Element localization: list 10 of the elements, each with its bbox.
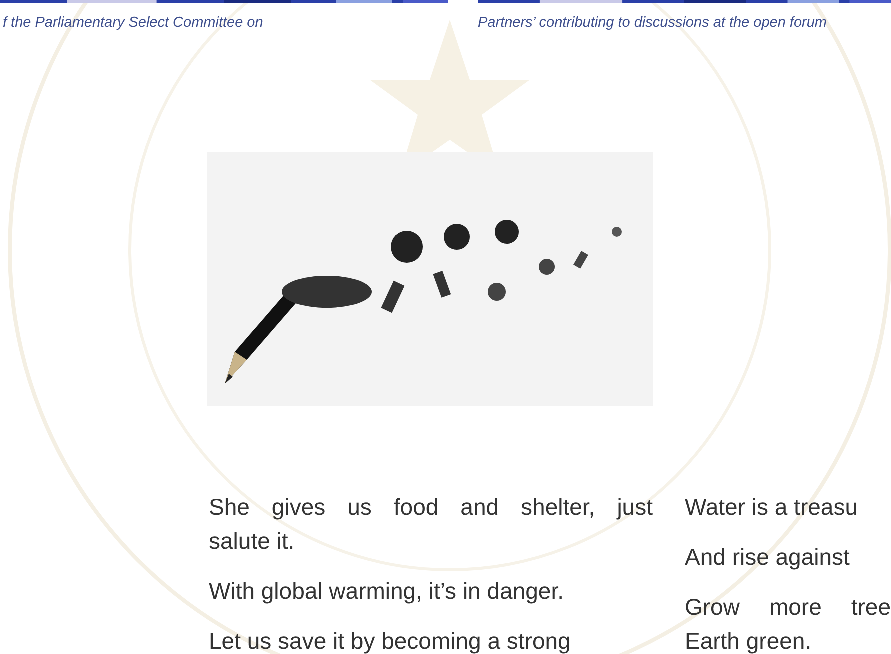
poem-line: Grow more tree [685,593,891,622]
poem-line: She gives us food and shelter, just [209,493,653,522]
image-caption: Partners’ contributing to discussions at the open forum [478,15,828,31]
poem-line: salute it. [209,527,296,556]
poem-line: Earth green. [685,627,813,654]
poem-line: With global warming, it’s in danger. [209,577,565,606]
poem-line: And rise against [685,543,851,572]
poem-line: Water is a treasu [685,493,859,522]
poem-line: Let us save it by becoming a strong [209,627,572,654]
image-caption: f the Parliamentary Select Committee on [2,15,264,31]
